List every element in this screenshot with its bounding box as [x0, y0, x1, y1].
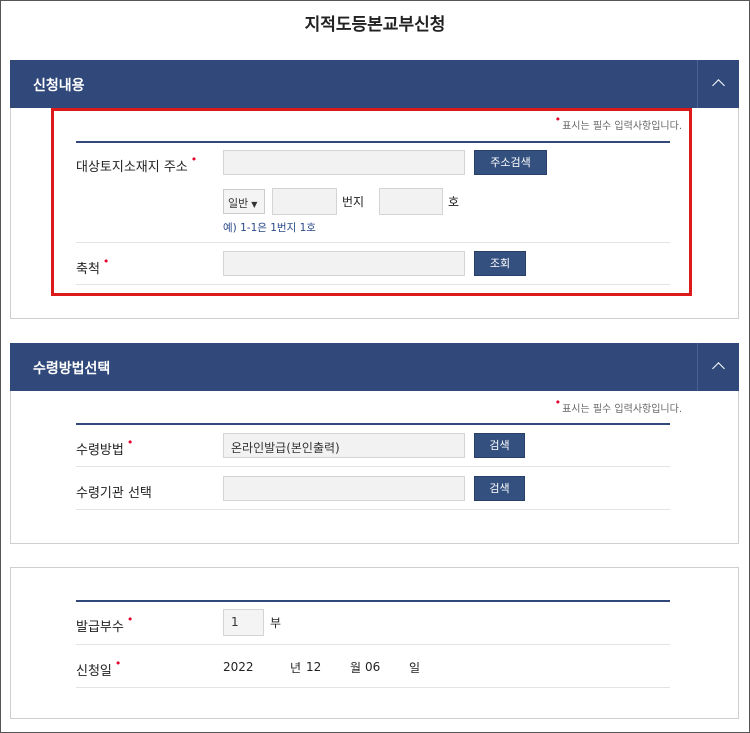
section-title: 수령방법선택	[33, 361, 111, 377]
chevron-up-icon	[712, 79, 725, 92]
row-divider	[76, 509, 670, 510]
date-day: 06	[365, 660, 381, 674]
application-content-header: 신청내용	[10, 60, 739, 108]
collapse-toggle-button[interactable]	[697, 343, 739, 391]
page-title: 지적도등본교부신청	[304, 15, 446, 35]
row-divider	[76, 644, 670, 645]
receiving-agency-input[interactable]	[223, 476, 465, 501]
highlight-box	[51, 108, 692, 296]
month-unit: 월	[350, 661, 362, 675]
copies-label: 발급부수•	[76, 613, 134, 635]
required-note: •표시는 필수 입력사항입니다.	[554, 396, 682, 415]
issuance-panel	[10, 567, 739, 719]
row-divider	[76, 466, 670, 467]
receiving-agency-search-button[interactable]: 검색	[474, 476, 525, 501]
required-dot-icon: •	[126, 436, 134, 449]
year-unit: 년	[290, 661, 302, 675]
receipt-method-header: 수령방법선택	[10, 343, 739, 391]
application-date-label: 신청일•	[76, 657, 122, 679]
receipt-method-input[interactable]: 온라인발급(본인출력)	[223, 433, 465, 458]
date-month: 12	[306, 660, 322, 674]
receipt-method-search-button[interactable]: 검색	[474, 433, 525, 458]
row-divider	[76, 687, 670, 688]
required-dot-icon: •	[114, 657, 122, 670]
receipt-method-label: 수령방법•	[76, 436, 134, 458]
required-dot-icon: •	[126, 613, 134, 626]
collapse-toggle-button[interactable]	[697, 60, 739, 108]
date-year: 2022	[223, 660, 254, 674]
chevron-up-icon	[712, 362, 725, 375]
required-dot-icon: •	[554, 396, 562, 409]
section-title: 신청내용	[33, 78, 85, 94]
copies-unit: 부	[270, 616, 282, 630]
copies-input[interactable]: 1	[223, 609, 264, 636]
day-unit: 일	[409, 661, 421, 675]
form-top-rule	[76, 600, 670, 602]
receiving-agency-label: 수령기관 선택	[76, 486, 152, 501]
form-top-rule	[76, 423, 670, 425]
